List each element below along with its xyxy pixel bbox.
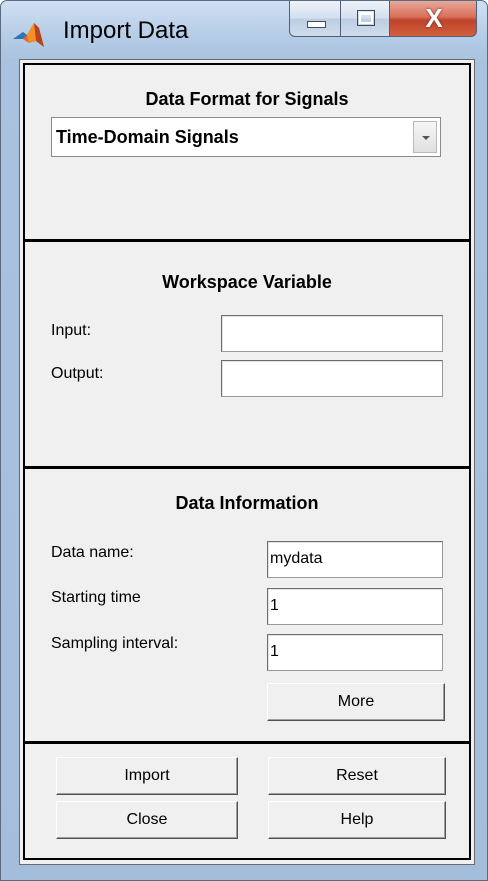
close-window-button[interactable]: X	[389, 1, 477, 37]
close-icon: X	[425, 3, 443, 33]
import-button[interactable]: Import	[56, 757, 238, 795]
close-button[interactable]: Close	[56, 801, 238, 839]
minimize-button[interactable]	[289, 1, 341, 37]
import-button-label: Import	[124, 767, 170, 784]
output-label: Output:	[51, 365, 104, 382]
caption-buttons: X	[289, 1, 477, 39]
reset-button[interactable]: Reset	[268, 757, 446, 795]
workspace-variable-title: Workspace Variable	[162, 272, 332, 292]
output-field[interactable]	[221, 360, 443, 397]
import-data-window: Import Data X Data Format for Signals Ti…	[0, 0, 488, 881]
input-field[interactable]	[221, 315, 443, 352]
signals-format-title: Data Format for Signals	[145, 89, 349, 109]
chevron-down-icon[interactable]	[413, 121, 437, 153]
signal-format-select[interactable]: Time-Domain Signals	[51, 117, 441, 157]
data-information-title: Data Information	[175, 493, 319, 513]
sampling-interval-field[interactable]: 1	[267, 634, 443, 671]
help-button[interactable]: Help	[268, 801, 446, 839]
minimize-icon	[307, 21, 326, 28]
matlab-icon	[13, 23, 44, 47]
maximize-button[interactable]	[340, 1, 390, 37]
help-button-label: Help	[340, 811, 374, 828]
starting-time-label: Starting time	[51, 589, 141, 606]
data-name-field[interactable]: mydata	[267, 541, 443, 578]
starting-time-field[interactable]: 1	[267, 588, 443, 625]
more-button-label: More	[337, 693, 375, 710]
actions-panel: Import Reset Close Help	[23, 742, 471, 860]
workspace-variable-panel: Workspace Variable Input: Output:	[23, 240, 471, 468]
data-information-panel: Data Information Data name: mydata Start…	[23, 467, 471, 743]
data-name-label: Data name:	[51, 544, 134, 561]
sampling-interval-label: Sampling interval:	[51, 635, 179, 652]
dialog-body: Data Format for Signals Time-Domain Sign…	[19, 59, 475, 865]
maximize-icon	[357, 10, 375, 26]
more-button[interactable]: More	[267, 683, 445, 721]
reset-button-label: Reset	[336, 767, 378, 784]
input-label: Input:	[51, 322, 92, 339]
signal-format-value: Time-Domain Signals	[56, 127, 239, 147]
title-bar[interactable]: Import Data X	[1, 1, 487, 57]
close-button-label: Close	[126, 811, 168, 828]
window-title: Import Data	[63, 17, 189, 44]
signals-format-panel: Data Format for Signals Time-Domain Sign…	[23, 63, 471, 241]
